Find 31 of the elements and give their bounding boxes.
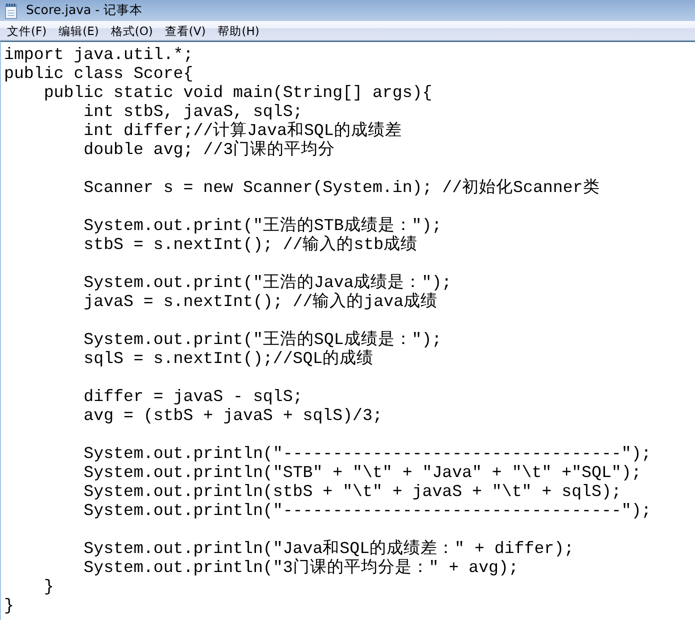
code-line: double avg; //3门课的平均分 (82, 140, 336, 159)
code-line: System.out.println("STB" + "\t" + "Java" + "\t" +"SQL"); (82, 463, 642, 482)
code-line: int differ;//计算Java和SQL的成绩差 (82, 121, 402, 140)
code-line: stbS = s.nextInt(); //输入的stb成绩 (82, 235, 418, 254)
code-line: int stbS, javaS, sqlS; (82, 102, 303, 121)
menu-item[interactable]: 查看(V) (158, 22, 212, 40)
menu-item[interactable]: 文件(F) (1, 22, 53, 40)
code-line: public static void main(String[] args){ (42, 83, 432, 102)
code-line: Scanner s = new Scanner(System.in); //初始化Scanner类 (82, 178, 600, 197)
code-line: avg = (stbS + javaS + sqlS)/3; (82, 406, 382, 425)
code-line: import java.util.*; (4, 45, 194, 64)
code-line: System.out.print("王浩的Java成绩是："); (82, 273, 452, 292)
code-line: System.out.println("Java和SQL的成绩差：" + differ); (82, 539, 574, 558)
menu-item[interactable]: 帮助(H) (212, 22, 266, 40)
code-line: System.out.println("3门课的平均分是：" + avg); (82, 558, 518, 577)
menu-item[interactable]: 格式(O) (104, 22, 159, 40)
code-line: System.out.println("----------------------------------"); (82, 501, 652, 520)
code-line: sqlS = s.nextInt();//SQL的成绩 (82, 349, 374, 368)
notepad-icon (4, 2, 18, 18)
window-title: Score.java - 记事本 (26, 2, 143, 19)
code-line: } (4, 596, 14, 615)
code-line: System.out.print("王浩的SQL成绩是："); (82, 330, 442, 349)
text-editor-field[interactable] (0, 41, 695, 620)
code-line: System.out.println(stbS + "\t" + javaS + "\t" + sqlS); (82, 482, 622, 501)
code-line: System.out.println("----------------------------------"); (82, 444, 652, 463)
code-line: System.out.print("王浩的STB成绩是："); (82, 216, 442, 235)
code-line: public class Score{ (4, 64, 194, 83)
code-line: } (42, 577, 54, 596)
code-line: javaS = s.nextInt(); //输入的java成绩 (82, 292, 438, 311)
menu-item[interactable]: 编辑(E) (52, 22, 105, 40)
code-line: differ = javaS - sqlS; (82, 387, 303, 406)
